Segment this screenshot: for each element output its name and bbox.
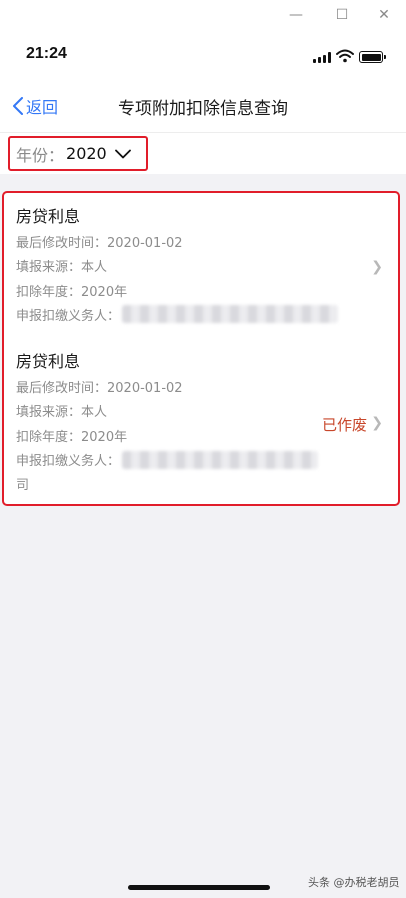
record-source: 填报来源：本人: [16, 405, 108, 420]
record-modified-time: 最后修改时间：2020-01-02: [16, 381, 183, 396]
filter-bar: 年份： 2020: [0, 132, 406, 174]
list-item[interactable]: 房贷利息 最后修改时间：2020-01-02 填报来源：本人 扣除年度：2020…: [4, 201, 397, 337]
record-source: 填报来源：本人: [16, 260, 108, 275]
year-value: 2020: [66, 144, 107, 163]
redacted-withholding-agent: [122, 305, 338, 323]
battery-tip: [384, 55, 386, 59]
close-button[interactable]: ✕: [373, 4, 395, 26]
chevron-down-icon: [114, 149, 131, 158]
minimize-button[interactable]: —: [285, 4, 307, 26]
record-title: 房贷利息: [16, 207, 81, 226]
list-item[interactable]: 房贷利息 最后修改时间：2020-01-02 填报来源：本人 扣除年度：2020…: [4, 346, 397, 500]
chevron-right-icon: ❯: [371, 259, 383, 275]
record-deduction-year: 扣除年度：2020年: [16, 285, 128, 300]
year-label: 年份：: [16, 145, 65, 165]
redacted-withholding-agent: [122, 451, 318, 469]
deduction-record-list: 房贷利息 最后修改时间：2020-01-02 填报来源：本人 扣除年度：2020…: [2, 191, 400, 506]
record-withholding-agent-suffix: 司: [16, 478, 30, 493]
chevron-right-icon: ❯: [371, 415, 383, 431]
record-modified-time: 最后修改时间：2020-01-02: [16, 236, 183, 251]
status-badge: 已作废: [321, 416, 367, 434]
maximize-button[interactable]: ☐: [331, 4, 353, 26]
record-withholding-agent-label: 申报扣缴义务人：: [16, 309, 121, 324]
status-bar: 21:24: [0, 30, 406, 80]
status-time: 21:24: [26, 45, 67, 62]
home-indicator[interactable]: [128, 885, 270, 890]
page-title: 专项附加扣除信息查询: [118, 99, 288, 119]
record-title: 房贷利息: [16, 352, 81, 371]
record-withholding-agent-label: 申报扣缴义务人：: [16, 454, 121, 469]
window-title-bar: — ☐ ✕: [0, 0, 406, 30]
cellular-signal-icon: [313, 52, 331, 63]
navigation-bar: 返回 专项附加扣除信息查询: [0, 80, 406, 132]
watermark: 头条 @办税老胡员: [308, 876, 400, 889]
year-dropdown[interactable]: 年份： 2020: [8, 136, 148, 171]
wifi-icon: [336, 49, 354, 63]
record-deduction-year: 扣除年度：2020年: [16, 430, 128, 445]
battery-icon: [359, 51, 383, 63]
